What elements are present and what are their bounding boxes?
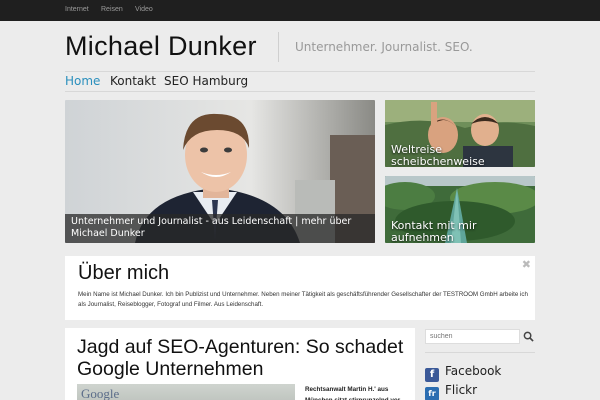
topnav-reisen[interactable]: Reisen	[101, 6, 123, 13]
top-bar: Internet Reisen Video	[0, 0, 600, 21]
post-thumbnail-text: Google	[81, 386, 120, 400]
nav-seo-hamburg[interactable]: SEO Hamburg	[164, 74, 248, 88]
post-thumbnail[interactable]: Google	[77, 384, 295, 400]
close-icon[interactable]: ✖	[522, 258, 531, 271]
featured-main-tile[interactable]: Unternehmer und Journalist - aus Leidens…	[65, 100, 375, 243]
nav-kontakt[interactable]: Kontakt	[110, 74, 156, 88]
site-tagline: Unternehmer. Journalist. SEO.	[295, 40, 473, 54]
side1-caption: Weltreise scheibchenweise	[391, 143, 485, 168]
about-text: Mein Name ist Michael Dunker. Ich bin Pu…	[78, 291, 528, 308]
post-title[interactable]: Jagd auf SEO-Agenturen: So schadet Googl…	[77, 336, 407, 380]
about-box: Über mich Mein Name ist Michael Dunker. …	[65, 256, 535, 320]
social-label-facebook: Facebook	[445, 364, 502, 378]
flickr-icon: fr	[425, 387, 439, 400]
site-title[interactable]: Michael Dunker	[65, 31, 257, 62]
social-link-facebook[interactable]: f Facebook	[425, 364, 501, 382]
search-icon[interactable]	[523, 331, 534, 342]
sidebar-rule	[425, 352, 535, 353]
featured-side-tile-kontakt[interactable]: Kontakt mit mir aufnehmen	[385, 176, 535, 243]
blog-post: Jagd auf SEO-Agenturen: So schadet Googl…	[65, 328, 415, 400]
social-link-flickr[interactable]: fr Flickr	[425, 383, 477, 400]
search-input[interactable]	[425, 329, 520, 344]
social-label-flickr: Flickr	[445, 383, 478, 397]
nav-top-rule	[65, 71, 535, 72]
nav-bottom-rule	[65, 91, 535, 92]
topnav-video[interactable]: Video	[135, 6, 153, 13]
nav-home[interactable]: Home	[65, 74, 100, 88]
featured-side-tile-weltreise[interactable]: Weltreise scheibchenweise	[385, 100, 535, 167]
about-heading: Über mich	[78, 262, 170, 284]
topnav-internet[interactable]: Internet	[65, 6, 89, 13]
featured-main-caption: Unternehmer und Journalist - aus Leidens…	[65, 214, 375, 243]
title-divider	[278, 32, 279, 62]
search-form	[425, 329, 535, 345]
facebook-icon: f	[425, 368, 439, 382]
post-excerpt: Rechtsanwalt Martin H.' aus München sitz…	[305, 386, 400, 400]
side2-caption: Kontakt mit mir aufnehmen	[391, 219, 477, 244]
